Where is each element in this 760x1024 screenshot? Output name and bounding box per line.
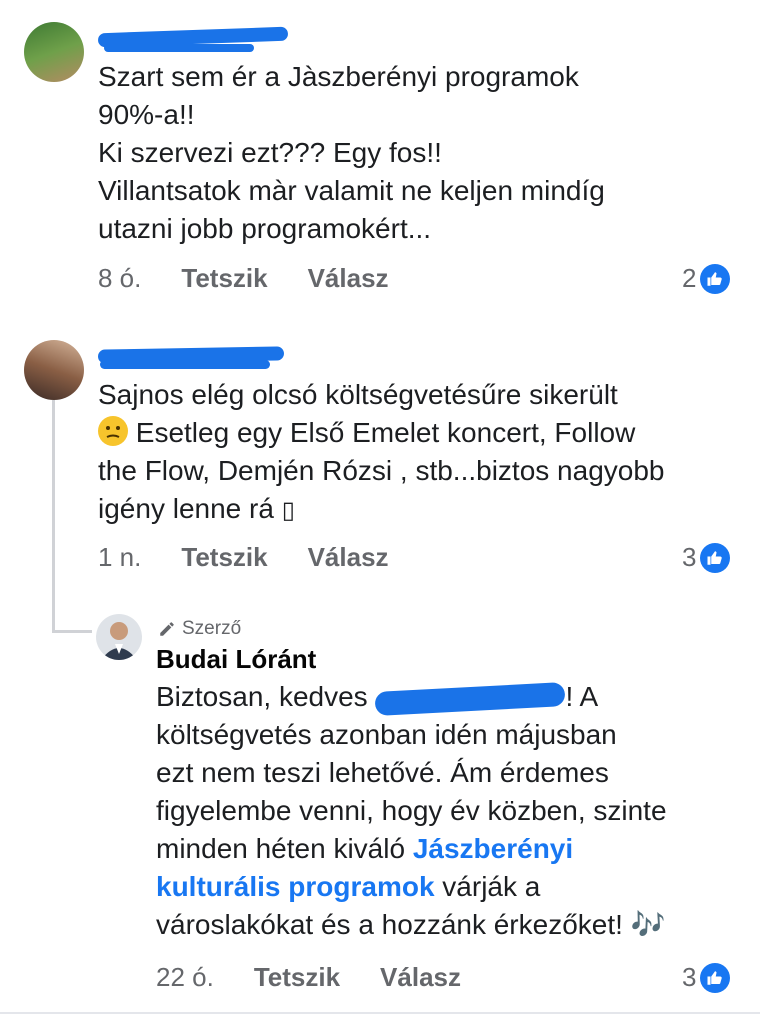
- comment-text: Szart sem ér a Jàszberényi programok 90%…: [98, 58, 738, 248]
- comment-line: Sajnos elég olcsó költségvetésűre sikerü…: [98, 379, 618, 410]
- redacted-author-name-stroke: [104, 44, 254, 52]
- reply-line-text: minden héten kiváló: [156, 833, 406, 864]
- reply-button[interactable]: Válasz: [308, 542, 389, 573]
- comment-actions: 1 n. Tetszik Válasz: [98, 542, 429, 573]
- comment-line-text: Esetleg egy Első Emelet koncert, Follow: [135, 417, 636, 448]
- musical-notes-icon: 🎶: [630, 908, 666, 941]
- reaction-count[interactable]: 3: [682, 542, 731, 573]
- reply-line: kulturális programok várják a: [156, 868, 756, 906]
- pencil-icon: [160, 622, 174, 636]
- comment-line: the Flow, Demjén Rózsi , stb...biztos na…: [98, 455, 665, 486]
- divider: [0, 1012, 760, 1014]
- missing-glyph: ▯: [281, 497, 295, 524]
- page-link[interactable]: kulturális programok: [156, 871, 435, 902]
- avatar[interactable]: [24, 340, 84, 400]
- author-reply: Szerző Budai Lóránt Biztosan, kedves ! A…: [0, 600, 760, 1012]
- reply-button[interactable]: Válasz: [380, 962, 461, 993]
- timestamp[interactable]: 1 n.: [98, 542, 141, 573]
- reply-line: ezt nem teszi lehetővé. Ám érdemes: [156, 757, 609, 788]
- comment-1: Szart sem ér a Jàszberényi programok 90%…: [0, 0, 760, 310]
- comment-line: 90%-a!!: [98, 99, 195, 130]
- author-tag-label: Szerző: [182, 618, 242, 639]
- thumbs-up-icon: [700, 263, 731, 294]
- comment-line: Villantsatok màr valamit ne keljen mindí…: [98, 175, 605, 206]
- timestamp[interactable]: 8 ó.: [98, 263, 141, 294]
- redacted-mention[interactable]: [374, 681, 566, 716]
- reply-line-text: Biztosan, kedves: [156, 681, 368, 712]
- comment-line: Ki szervezi ezt??? Egy fos!!: [98, 137, 442, 168]
- reply-text: Biztosan, kedves ! A költségvetés azonba…: [156, 678, 756, 944]
- avatar[interactable]: [96, 614, 142, 660]
- comment-2: Sajnos elég olcsó költségvetésűre sikerü…: [0, 320, 760, 590]
- reply-line-text: ! A: [565, 681, 599, 712]
- reaction-count[interactable]: 3: [682, 962, 731, 993]
- reply-line: városlakókat és a hozzánk érkezőket! 🎶: [156, 906, 756, 944]
- like-count: 2: [682, 263, 697, 293]
- reply-line-text: várják a: [442, 871, 541, 902]
- reaction-count[interactable]: 2: [682, 263, 731, 294]
- like-button[interactable]: Tetszik: [254, 962, 340, 993]
- reply-line-text: városlakókat és a hozzánk érkezőket!: [156, 909, 623, 940]
- like-count: 3: [682, 962, 697, 992]
- like-count: 3: [682, 542, 697, 572]
- reply-line: Biztosan, kedves ! A: [156, 678, 756, 716]
- author-name[interactable]: Budai Lóránt: [156, 644, 316, 675]
- reply-line: figyelembe venni, hogy év közben, szinte: [156, 795, 667, 826]
- comment-line: Esetleg egy Első Emelet koncert, Follow: [98, 414, 748, 452]
- redacted-author-name-stroke: [100, 360, 270, 369]
- comment-actions: 8 ó. Tetszik Válasz: [98, 263, 429, 294]
- thumbs-up-icon: [700, 962, 731, 993]
- confused-face-icon: [98, 416, 128, 446]
- reply-button[interactable]: Válasz: [308, 263, 389, 294]
- comment-text: Sajnos elég olcsó költségvetésűre sikerü…: [98, 376, 748, 530]
- comment-line-text: igény lenne rá: [98, 493, 274, 524]
- avatar[interactable]: [24, 22, 84, 82]
- comment-line: Szart sem ér a Jàszberényi programok: [98, 61, 579, 92]
- comment-line: utazni jobb programokért...: [98, 213, 432, 244]
- reply-line: minden héten kiváló Jászberényi: [156, 830, 756, 868]
- like-button[interactable]: Tetszik: [181, 542, 267, 573]
- thumbs-up-icon: [700, 542, 731, 573]
- author-badge: Szerző: [158, 618, 241, 640]
- page-link[interactable]: Jászberényi: [413, 833, 573, 864]
- reply-actions: 22 ó. Tetszik Válasz: [156, 962, 501, 993]
- comment-line: igény lenne rá ▯: [98, 490, 748, 530]
- reply-line: költségvetés azonban idén májusban: [156, 719, 617, 750]
- like-button[interactable]: Tetszik: [181, 263, 267, 294]
- timestamp[interactable]: 22 ó.: [156, 962, 214, 993]
